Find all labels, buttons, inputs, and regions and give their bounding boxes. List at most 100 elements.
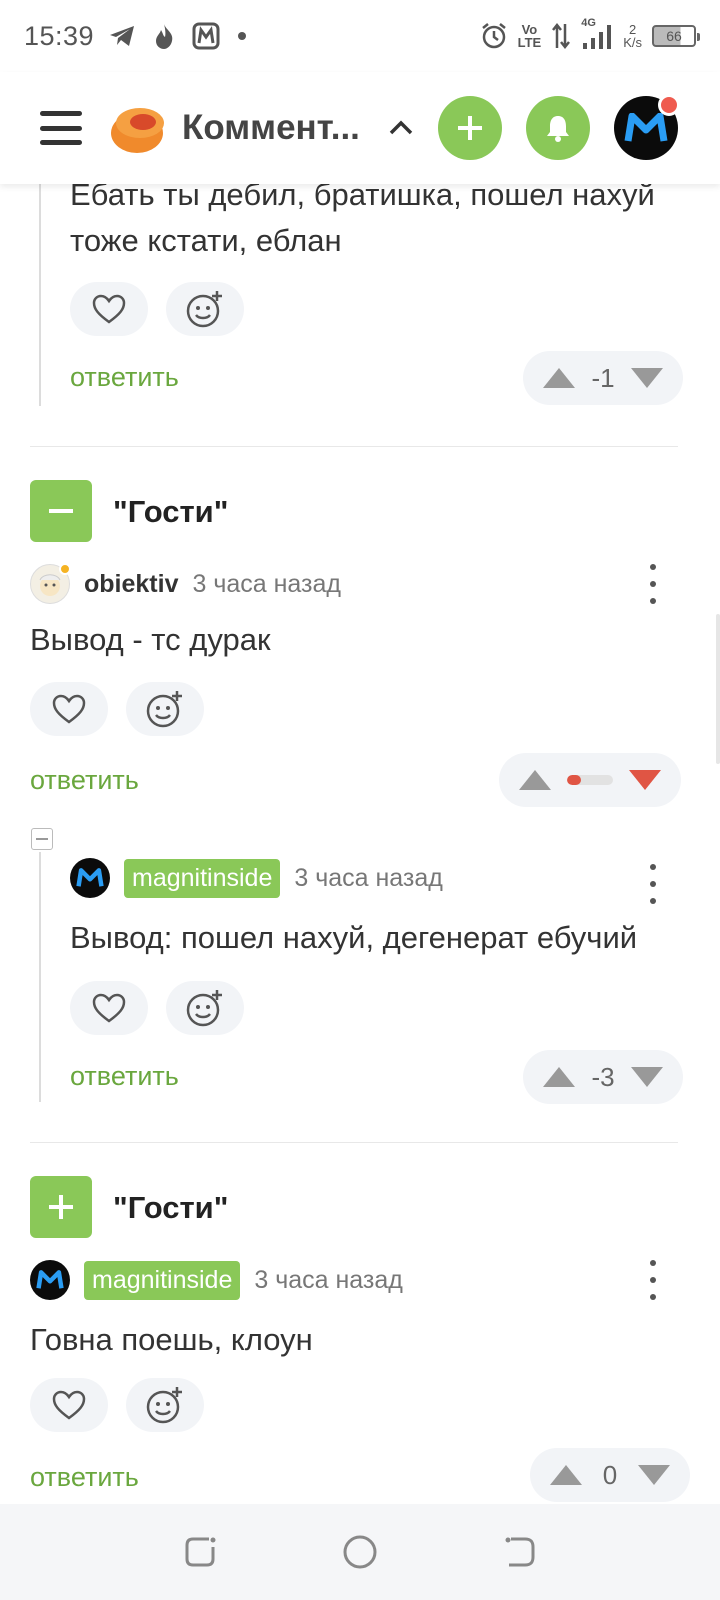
comment-text: Говна поешь, клоун — [30, 1322, 313, 1357]
comment-text: Ебать ты дебил, братишка, пошел нахуй то… — [70, 184, 655, 258]
collapse-thread-button[interactable] — [30, 480, 92, 542]
reply-link[interactable]: ответить — [70, 1061, 179, 1092]
group-title: "Гости" — [113, 1190, 229, 1225]
comment-time[interactable]: 3 часа назад — [254, 1266, 403, 1295]
rating-control — [499, 753, 681, 807]
reply-link[interactable]: ответить — [30, 765, 139, 796]
rating-value: -1 — [591, 362, 615, 393]
upvote-icon[interactable] — [548, 1463, 584, 1487]
scrollbar[interactable] — [716, 614, 720, 764]
avatar[interactable] — [70, 858, 110, 898]
comment-time[interactable]: 3 часа назад — [294, 864, 443, 893]
notifications-button[interactable] — [526, 96, 590, 160]
online-indicator — [59, 563, 71, 575]
downvote-icon[interactable] — [636, 1463, 672, 1487]
heart-icon — [92, 993, 126, 1023]
home-icon[interactable] — [342, 1534, 378, 1570]
more-options-icon[interactable] — [643, 1260, 663, 1300]
reaction-button[interactable] — [126, 1378, 204, 1432]
reaction-button[interactable] — [166, 282, 244, 336]
downvote-icon[interactable] — [629, 366, 665, 390]
plus-icon — [458, 116, 482, 140]
comment-meta: obiektiv 3 часа назад — [30, 563, 341, 604]
avatar[interactable] — [30, 563, 71, 604]
status-bar: 15:39 Vo LTE 4G 2 K/s 66 — [0, 0, 720, 72]
collapse-reply-button[interactable] — [31, 828, 53, 850]
notification-dot — [658, 94, 680, 116]
add-emoji-icon — [186, 291, 222, 328]
comment-text: Вывод - тс дурак — [30, 622, 271, 657]
rating-bar-fill — [567, 775, 581, 785]
username-badge[interactable]: magnitinside — [84, 1260, 241, 1300]
add-post-button[interactable] — [438, 96, 502, 160]
reply-link[interactable]: ответить — [70, 362, 179, 393]
status-right-icons: Vo LTE 4G 2 K/s 66 — [480, 17, 700, 51]
net-speed-unit: K/s — [623, 35, 642, 50]
comment-meta: magnitinside 3 часа назад — [70, 858, 443, 898]
magnit-icon — [192, 22, 220, 50]
add-emoji-icon — [146, 691, 182, 728]
alarm-icon — [481, 23, 506, 49]
downvote-icon[interactable] — [629, 1065, 665, 1089]
data-arrows-icon — [552, 22, 571, 50]
comment-meta: magnitinside 3 часа назад — [30, 1260, 403, 1300]
username-badge[interactable]: magnitinside — [124, 858, 281, 898]
battery-level: 66 — [666, 28, 682, 44]
page-title: Коммент... — [182, 108, 360, 147]
upvote-icon[interactable] — [541, 366, 577, 390]
heart-icon — [92, 294, 126, 324]
like-button[interactable] — [70, 981, 148, 1035]
comments-feed[interactable]: Ебать ты дебил, братишка, пошел нахуй то… — [0, 184, 720, 1504]
dot-icon — [238, 32, 247, 40]
status-left-icons — [108, 22, 248, 50]
rating-control: -1 — [523, 351, 683, 405]
back-icon[interactable] — [503, 1535, 537, 1569]
reaction-button[interactable] — [126, 682, 204, 736]
downvote-icon[interactable] — [627, 768, 663, 792]
fire-icon — [156, 24, 173, 49]
plus-icon — [49, 1195, 73, 1219]
like-button[interactable] — [30, 1378, 108, 1432]
status-time: 15:39 — [24, 20, 95, 51]
comment-time[interactable]: 3 часа назад — [192, 570, 341, 599]
rating-value: 0 — [602, 1459, 618, 1490]
group-title: "Гости" — [113, 494, 229, 529]
more-options-icon[interactable] — [643, 564, 663, 604]
pikabu-logo[interactable] — [108, 99, 166, 157]
app-header: Коммент... — [0, 72, 720, 184]
system-nav-bar — [0, 1504, 720, 1600]
magnit-avatar-icon — [624, 113, 668, 142]
magnit-avatar-icon — [76, 868, 104, 887]
username[interactable]: obiektiv — [84, 570, 178, 599]
comment-text: Вывод: пошел нахуй, дегенерат ебучий — [70, 920, 638, 955]
divider — [30, 1142, 678, 1143]
avatar[interactable] — [30, 1260, 70, 1300]
expand-thread-button[interactable] — [30, 1176, 92, 1238]
chevron-up-icon[interactable] — [386, 113, 416, 143]
signal-icon: 4G — [581, 17, 613, 51]
rating-control: 0 — [530, 1448, 690, 1502]
rating-value: -3 — [591, 1061, 615, 1092]
menu-icon[interactable] — [40, 111, 82, 145]
user-avatar[interactable] — [614, 94, 680, 160]
add-emoji-icon — [186, 990, 222, 1027]
upvote-icon[interactable] — [517, 768, 553, 792]
reply-link[interactable]: ответить — [30, 1462, 139, 1493]
net-speed: 2 K/s — [623, 23, 642, 49]
thread-line[interactable] — [39, 852, 41, 1102]
battery-icon: 66 — [652, 25, 700, 47]
upvote-icon[interactable] — [541, 1065, 577, 1089]
recent-apps-icon[interactable] — [183, 1535, 217, 1569]
thread-line[interactable] — [39, 184, 41, 406]
rating-control: -3 — [523, 1050, 683, 1104]
magnit-avatar-icon — [36, 1270, 64, 1289]
heart-icon — [52, 1390, 86, 1420]
heart-icon — [52, 694, 86, 724]
volte-indicator: Vo LTE — [517, 22, 542, 50]
network-type: 4G — [581, 17, 596, 29]
reaction-button[interactable] — [166, 981, 244, 1035]
like-button[interactable] — [70, 282, 148, 336]
telegram-icon — [110, 26, 135, 46]
like-button[interactable] — [30, 682, 108, 736]
more-options-icon[interactable] — [643, 864, 663, 904]
